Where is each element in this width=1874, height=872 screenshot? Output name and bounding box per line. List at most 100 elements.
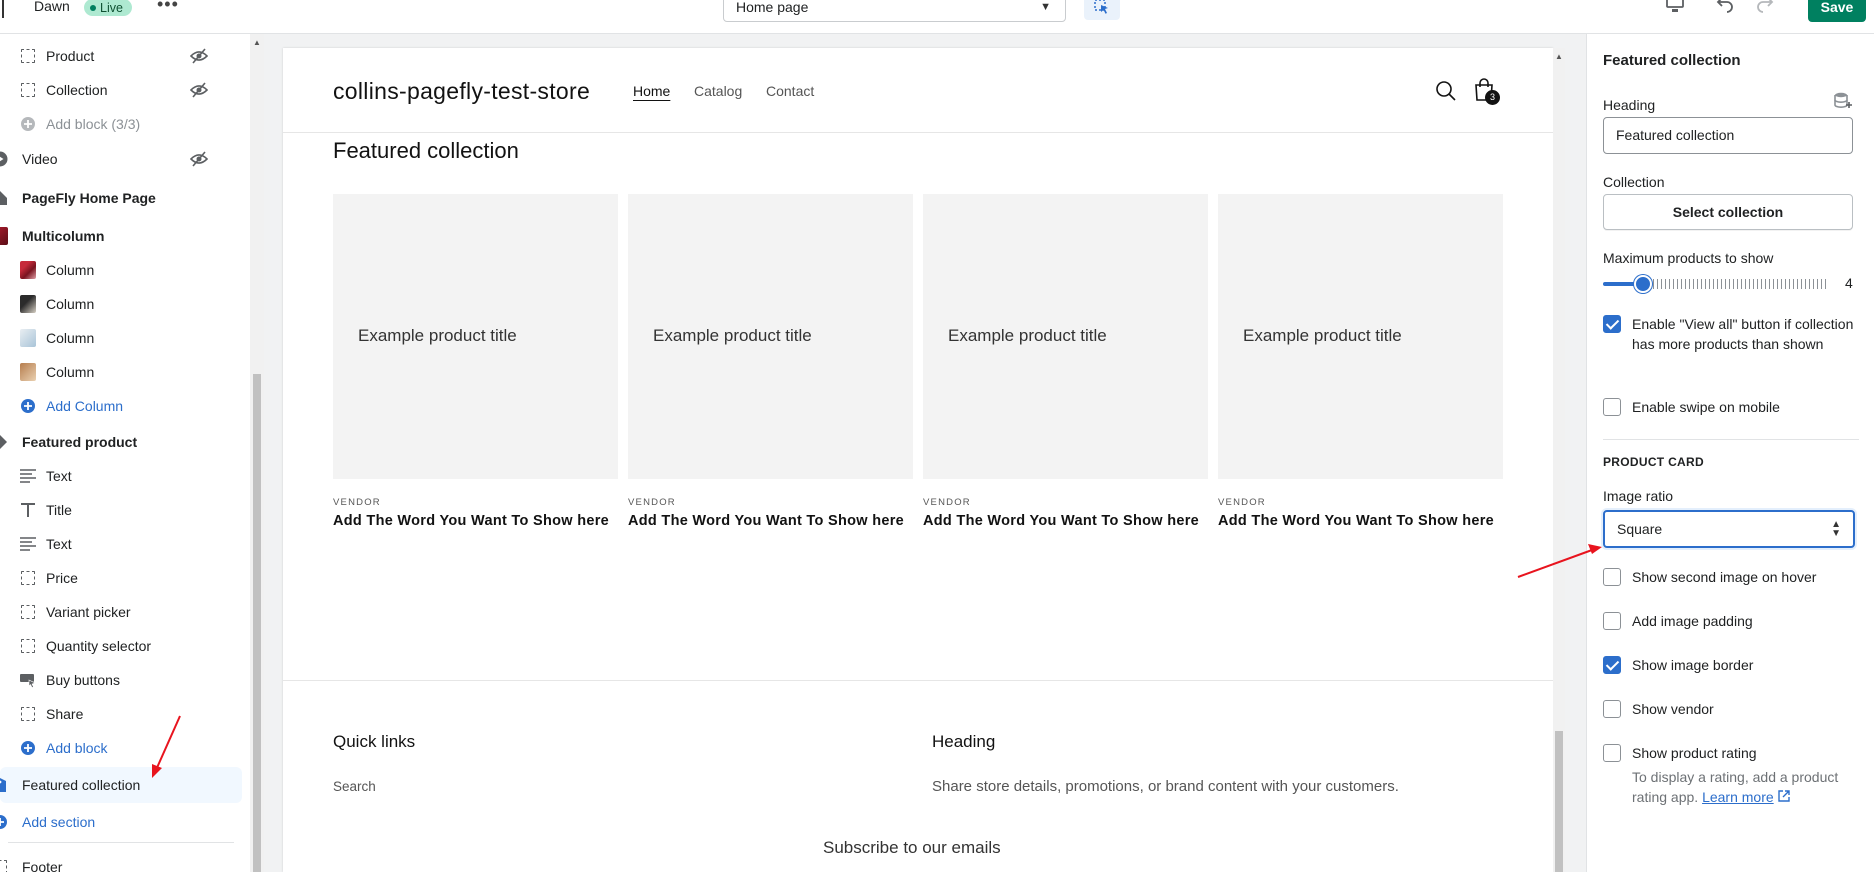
featured-collection-heading[interactable]: Featured collection — [333, 138, 519, 164]
show-vendor-label: Show vendor — [1632, 701, 1714, 717]
product-card-image[interactable]: Example product title — [333, 194, 618, 479]
text-lines-icon — [20, 468, 36, 484]
store-name[interactable]: collins-pagefly-test-store — [333, 78, 590, 105]
scroll-up-icon[interactable]: ▲ — [1555, 52, 1563, 61]
product-card[interactable]: Example product title VENDOR Add The Wor… — [333, 194, 618, 529]
sidebar-item-column[interactable]: Column — [0, 321, 242, 355]
sidebar-scrollbar[interactable]: ▲ — [250, 34, 264, 872]
sidebar-item-multicolumn[interactable]: Multicolumn — [0, 219, 242, 253]
product-card-vendor: VENDOR — [1218, 497, 1266, 508]
title-icon — [20, 502, 36, 518]
sidebar-item-footer[interactable]: Footer — [0, 850, 242, 872]
tag-icon — [0, 434, 8, 450]
live-badge-label: Live — [100, 0, 123, 15]
sidebar-item-column[interactable]: Column — [0, 287, 242, 321]
checkbox-icon[interactable] — [1603, 398, 1621, 416]
product-card-image[interactable]: Example product title — [923, 194, 1208, 479]
add-column-button[interactable]: Add Column — [0, 389, 242, 423]
checkbox-icon[interactable] — [1603, 568, 1621, 586]
sidebar-item-price[interactable]: Price — [0, 561, 242, 595]
checkbox-icon[interactable] — [1603, 656, 1621, 674]
product-card[interactable]: Example product title VENDOR Add The Wor… — [628, 194, 913, 529]
image-border-checkbox[interactable]: Show image border — [1603, 655, 1863, 675]
sidebar-item-title[interactable]: Title — [0, 493, 242, 527]
sidebar-item-buy-buttons[interactable]: Buy buttons — [0, 663, 242, 697]
learn-more-label: Learn more — [1702, 789, 1774, 805]
eye-off-icon[interactable] — [189, 82, 209, 101]
checkbox-icon[interactable] — [1603, 744, 1621, 762]
sidebar-item-label: Buy buttons — [46, 672, 120, 688]
sidebar-item-text[interactable]: Text — [0, 459, 242, 493]
block-icon — [20, 706, 36, 722]
sidebar-item-label: Featured collection — [22, 777, 141, 793]
search-icon[interactable] — [1435, 80, 1457, 105]
sidebar-item-pagefly-home-page[interactable]: PageFly Home Page — [0, 181, 242, 215]
sidebar-item-quantity-selector[interactable]: Quantity selector — [0, 629, 242, 663]
sidebar-item-featured-product[interactable]: Featured product — [0, 425, 242, 459]
product-card-name[interactable]: Add The Word You Want To Show here — [333, 513, 618, 529]
product-card-image[interactable]: Example product title — [628, 194, 913, 479]
sidebar-item-featured-collection[interactable]: Featured collection — [0, 767, 242, 803]
nav-contact[interactable]: Contact — [766, 83, 814, 99]
undo-icon[interactable] — [1716, 0, 1736, 19]
nav-home[interactable]: Home — [633, 83, 670, 99]
learn-more-link[interactable]: Learn more — [1702, 789, 1774, 805]
swipe-mobile-checkbox[interactable]: Enable swipe on mobile — [1603, 397, 1863, 417]
save-button[interactable]: Save — [1808, 0, 1866, 22]
select-collection-button[interactable]: Select collection — [1603, 194, 1853, 230]
desktop-view-icon[interactable] — [1665, 0, 1685, 19]
image-padding-checkbox[interactable]: Add image padding — [1603, 611, 1863, 631]
sidebar-scrollbar-thumb[interactable] — [253, 374, 261, 872]
product-card-name[interactable]: Add The Word You Want To Show here — [628, 513, 913, 529]
second-image-checkbox[interactable]: Show second image on hover — [1603, 567, 1863, 587]
add-section-button[interactable]: Add section — [0, 805, 242, 839]
footer-search-link[interactable]: Search — [333, 779, 376, 794]
sidebar-item-text[interactable]: Text — [0, 527, 242, 561]
product-card-name[interactable]: Add The Word You Want To Show here — [1218, 513, 1503, 529]
sidebar-item-share[interactable]: Share — [0, 697, 242, 731]
product-rating-checkbox[interactable]: Show product rating — [1603, 743, 1863, 763]
sidebar-item-label: Quantity selector — [46, 638, 152, 654]
column-thumb-icon — [20, 295, 36, 313]
slider-handle[interactable] — [1634, 275, 1652, 293]
external-link-icon[interactable] — [1777, 789, 1790, 805]
product-card-name[interactable]: Add The Word You Want To Show here — [923, 513, 1208, 529]
sidebar-item-collection[interactable]: Collection — [0, 73, 242, 107]
product-card[interactable]: Example product title VENDOR Add The Wor… — [923, 194, 1208, 529]
sidebar-item-variant-picker[interactable]: Variant picker — [0, 595, 242, 629]
view-all-checkbox[interactable]: Enable "View all" button if collection h… — [1603, 314, 1863, 354]
product-card-vendor: VENDOR — [923, 497, 971, 508]
product-card[interactable]: Example product title VENDOR Add The Wor… — [1218, 194, 1503, 529]
page-selector[interactable]: Home page ▼ — [723, 0, 1066, 22]
sidebar-item-product[interactable]: Product — [0, 39, 242, 73]
inspector-button[interactable] — [1084, 0, 1120, 20]
sidebar-item-column[interactable]: Column — [0, 253, 242, 287]
exit-icon[interactable] — [0, 0, 4, 18]
sidebar-item-video[interactable]: Video — [0, 142, 242, 176]
heading-field[interactable]: Featured collection — [1603, 117, 1853, 154]
checkbox-icon[interactable] — [1603, 700, 1621, 718]
checkbox-icon[interactable] — [1603, 315, 1621, 333]
dynamic-source-icon[interactable] — [1833, 92, 1853, 113]
product-card-image[interactable]: Example product title — [1218, 194, 1503, 479]
add-block-button[interactable]: Add block — [0, 731, 242, 765]
more-actions-icon[interactable]: ••• — [157, 0, 179, 15]
nav-catalog[interactable]: Catalog — [694, 83, 742, 99]
preview-scrollbar[interactable]: ▲ — [1553, 48, 1565, 872]
sidebar-item-column[interactable]: Column — [0, 355, 242, 389]
eye-off-icon[interactable] — [189, 48, 209, 67]
scroll-up-icon[interactable]: ▲ — [253, 38, 261, 47]
column-thumb-icon — [20, 329, 36, 347]
product-card-vendor: VENDOR — [628, 497, 676, 508]
preview-scrollbar-thumb[interactable] — [1555, 731, 1563, 872]
add-block-button-disabled[interactable]: Add block (3/3) — [0, 107, 242, 141]
eye-off-icon[interactable] — [189, 151, 209, 170]
footer-subscribe-heading: Subscribe to our emails — [823, 838, 1001, 857]
checkbox-icon[interactable] — [1603, 612, 1621, 630]
sidebar-item-label: Text — [46, 536, 72, 552]
image-ratio-select[interactable]: Square ▲ ▼ — [1603, 510, 1855, 548]
redo-icon[interactable] — [1754, 0, 1774, 19]
collection-label: Collection — [1603, 174, 1665, 190]
show-vendor-checkbox[interactable]: Show vendor — [1603, 699, 1863, 719]
max-products-slider[interactable] — [1603, 275, 1827, 293]
